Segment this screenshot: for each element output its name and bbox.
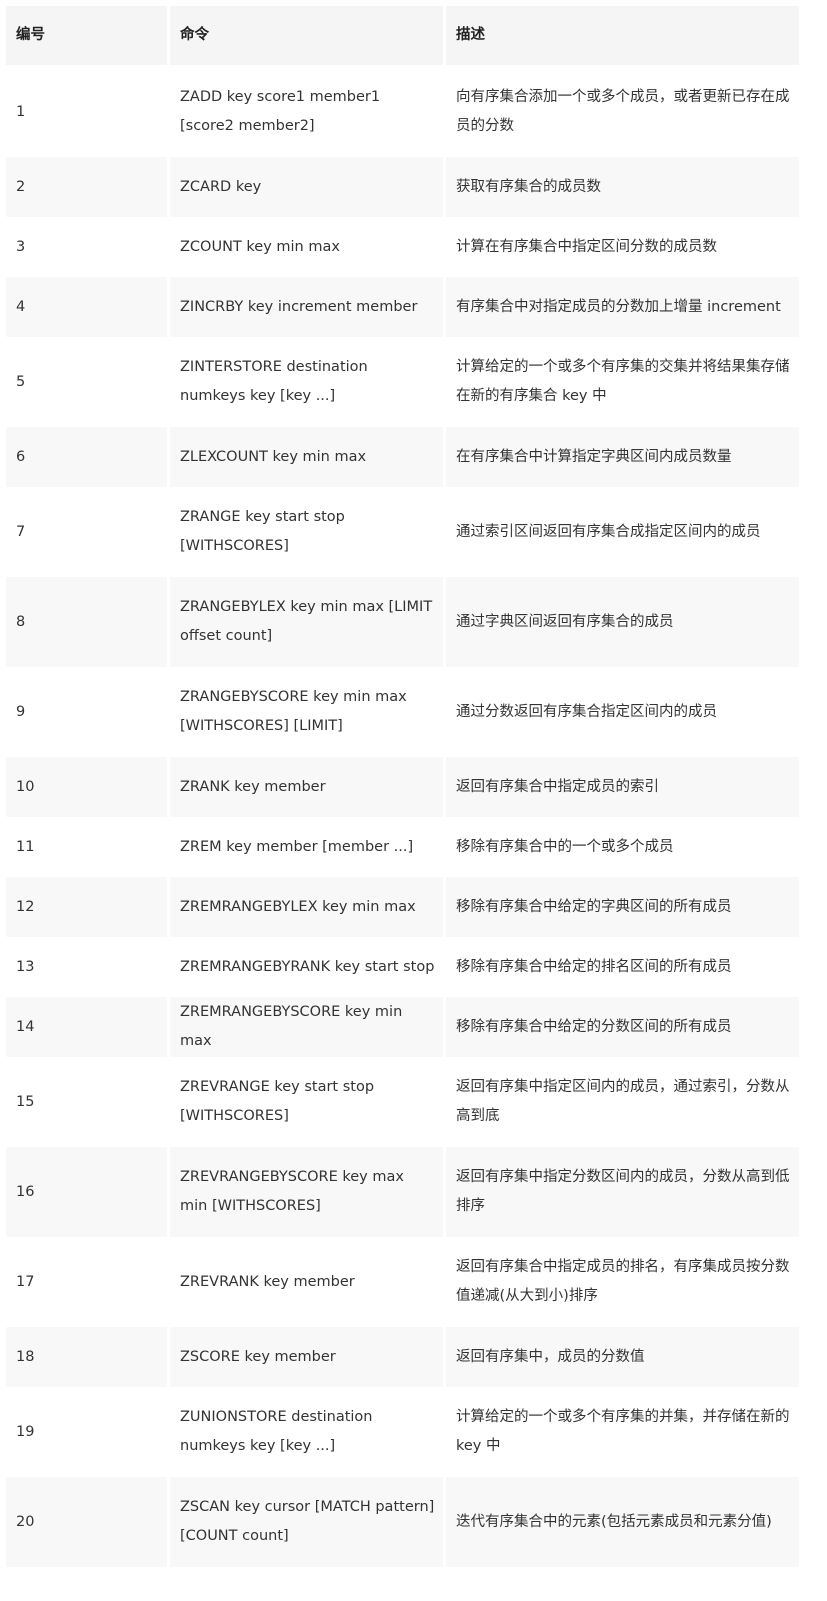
row-num: 2 xyxy=(6,157,170,217)
table-row: 18 ZSCORE key member 返回有序集中，成员的分数值 xyxy=(6,1327,799,1387)
table-row: 13 ZREMRANGEBYRANK key start stop 移除有序集合… xyxy=(6,937,799,997)
row-description: 返回有序集中指定分数区间内的成员，分数从高到低排序 xyxy=(446,1147,799,1237)
row-num: 9 xyxy=(6,667,170,757)
row-num: 5 xyxy=(6,337,170,427)
table-row: 14 ZREMRANGEBYSCORE key min max 移除有序集合中给… xyxy=(6,997,799,1057)
row-description: 获取有序集合的成员数 xyxy=(446,157,799,217)
table-row: 19 ZUNIONSTORE destination numkeys key [… xyxy=(6,1387,799,1477)
table-row: 3 ZCOUNT key min max 计算在有序集合中指定区间分数的成员数 xyxy=(6,217,799,277)
row-description: 通过字典区间返回有序集合的成员 xyxy=(446,577,799,667)
row-command: ZREMRANGEBYLEX key min max xyxy=(170,877,446,937)
table-row: 5 ZINTERSTORE destination numkeys key [k… xyxy=(6,337,799,427)
table-header: 编号 命令 描述 xyxy=(6,6,799,67)
row-command: ZADD key score1 member1 [score2 member2] xyxy=(170,67,446,157)
row-description: 计算在有序集合中指定区间分数的成员数 xyxy=(446,217,799,277)
row-description: 移除有序集合中给定的字典区间的所有成员 xyxy=(446,877,799,937)
row-description: 通过分数返回有序集合指定区间内的成员 xyxy=(446,667,799,757)
table-row: 12 ZREMRANGEBYLEX key min max 移除有序集合中给定的… xyxy=(6,877,799,937)
row-description: 通过索引区间返回有序集合成指定区间内的成员 xyxy=(446,487,799,577)
row-num: 12 xyxy=(6,877,170,937)
table-row: 15 ZREVRANGE key start stop [WITHSCORES]… xyxy=(6,1057,799,1147)
row-command: ZREM key member [member ...] xyxy=(170,817,446,877)
row-command: ZSCORE key member xyxy=(170,1327,446,1387)
header-description: 描述 xyxy=(446,6,799,67)
table-row: 11 ZREM key member [member ...] 移除有序集合中的… xyxy=(6,817,799,877)
row-num: 6 xyxy=(6,427,170,487)
row-command: ZCARD key xyxy=(170,157,446,217)
row-num: 10 xyxy=(6,757,170,817)
row-description: 计算给定的一个或多个有序集的交集并将结果集存储在新的有序集合 key 中 xyxy=(446,337,799,427)
row-num: 7 xyxy=(6,487,170,577)
row-description: 计算给定的一个或多个有序集的并集，并存储在新的 key 中 xyxy=(446,1387,799,1477)
redis-sorted-set-command-table-container: 编号 命令 描述 1 ZADD key score1 member1 [scor… xyxy=(6,6,799,1567)
row-command: ZREMRANGEBYSCORE key min max xyxy=(170,997,446,1057)
row-command: ZRANK key member xyxy=(170,757,446,817)
row-description: 在有序集合中计算指定字典区间内成员数量 xyxy=(446,427,799,487)
row-command: ZRANGEBYSCORE key min max [WITHSCORES] [… xyxy=(170,667,446,757)
row-command: ZREVRANK key member xyxy=(170,1237,446,1327)
row-command: ZRANGEBYLEX key min max [LIMIT offset co… xyxy=(170,577,446,667)
row-description: 有序集合中对指定成员的分数加上增量 increment xyxy=(446,277,799,337)
header-row: 编号 命令 描述 xyxy=(6,6,799,67)
table-row: 9 ZRANGEBYSCORE key min max [WITHSCORES]… xyxy=(6,667,799,757)
row-description: 返回有序集合中指定成员的排名，有序集成员按分数值递减(从大到小)排序 xyxy=(446,1237,799,1327)
header-command: 命令 xyxy=(170,6,446,67)
table-row: 1 ZADD key score1 member1 [score2 member… xyxy=(6,67,799,157)
row-command: ZUNIONSTORE destination numkeys key [key… xyxy=(170,1387,446,1477)
row-command: ZINCRBY key increment member xyxy=(170,277,446,337)
row-num: 13 xyxy=(6,937,170,997)
table-row: 2 ZCARD key 获取有序集合的成员数 xyxy=(6,157,799,217)
row-num: 18 xyxy=(6,1327,170,1387)
row-description: 移除有序集合中的一个或多个成员 xyxy=(446,817,799,877)
row-command: ZRANGE key start stop [WITHSCORES] xyxy=(170,487,446,577)
row-command: ZSCAN key cursor [MATCH pattern] [COUNT … xyxy=(170,1477,446,1567)
row-command: ZREMRANGEBYRANK key start stop xyxy=(170,937,446,997)
table-body: 1 ZADD key score1 member1 [score2 member… xyxy=(6,67,799,1567)
row-num: 3 xyxy=(6,217,170,277)
row-num: 20 xyxy=(6,1477,170,1567)
row-num: 14 xyxy=(6,997,170,1057)
table-row: 8 ZRANGEBYLEX key min max [LIMIT offset … xyxy=(6,577,799,667)
row-description: 迭代有序集合中的元素(包括元素成员和元素分值) xyxy=(446,1477,799,1567)
row-num: 15 xyxy=(6,1057,170,1147)
table-row: 20 ZSCAN key cursor [MATCH pattern] [COU… xyxy=(6,1477,799,1567)
row-num: 11 xyxy=(6,817,170,877)
row-num: 8 xyxy=(6,577,170,667)
table-row: 17 ZREVRANK key member 返回有序集合中指定成员的排名，有序… xyxy=(6,1237,799,1327)
row-description: 返回有序集中指定区间内的成员，通过索引，分数从高到底 xyxy=(446,1057,799,1147)
row-description: 返回有序集中，成员的分数值 xyxy=(446,1327,799,1387)
table-row: 6 ZLEXCOUNT key min max 在有序集合中计算指定字典区间内成… xyxy=(6,427,799,487)
row-num: 17 xyxy=(6,1237,170,1327)
table-row: 16 ZREVRANGEBYSCORE key max min [WITHSCO… xyxy=(6,1147,799,1237)
row-command: ZLEXCOUNT key min max xyxy=(170,427,446,487)
header-num: 编号 xyxy=(6,6,170,67)
row-description: 返回有序集合中指定成员的索引 xyxy=(446,757,799,817)
row-num: 16 xyxy=(6,1147,170,1237)
table-row: 4 ZINCRBY key increment member 有序集合中对指定成… xyxy=(6,277,799,337)
row-command: ZREVRANGE key start stop [WITHSCORES] xyxy=(170,1057,446,1147)
row-command: ZINTERSTORE destination numkeys key [key… xyxy=(170,337,446,427)
row-num: 19 xyxy=(6,1387,170,1477)
row-description: 移除有序集合中给定的分数区间的所有成员 xyxy=(446,997,799,1057)
row-num: 1 xyxy=(6,67,170,157)
row-description: 向有序集合添加一个或多个成员，或者更新已存在成员的分数 xyxy=(446,67,799,157)
row-description: 移除有序集合中给定的排名区间的所有成员 xyxy=(446,937,799,997)
table-row: 7 ZRANGE key start stop [WITHSCORES] 通过索… xyxy=(6,487,799,577)
table-row: 10 ZRANK key member 返回有序集合中指定成员的索引 xyxy=(6,757,799,817)
row-command: ZREVRANGEBYSCORE key max min [WITHSCORES… xyxy=(170,1147,446,1237)
row-command: ZCOUNT key min max xyxy=(170,217,446,277)
row-num: 4 xyxy=(6,277,170,337)
redis-sorted-set-command-table: 编号 命令 描述 1 ZADD key score1 member1 [scor… xyxy=(6,6,799,1567)
